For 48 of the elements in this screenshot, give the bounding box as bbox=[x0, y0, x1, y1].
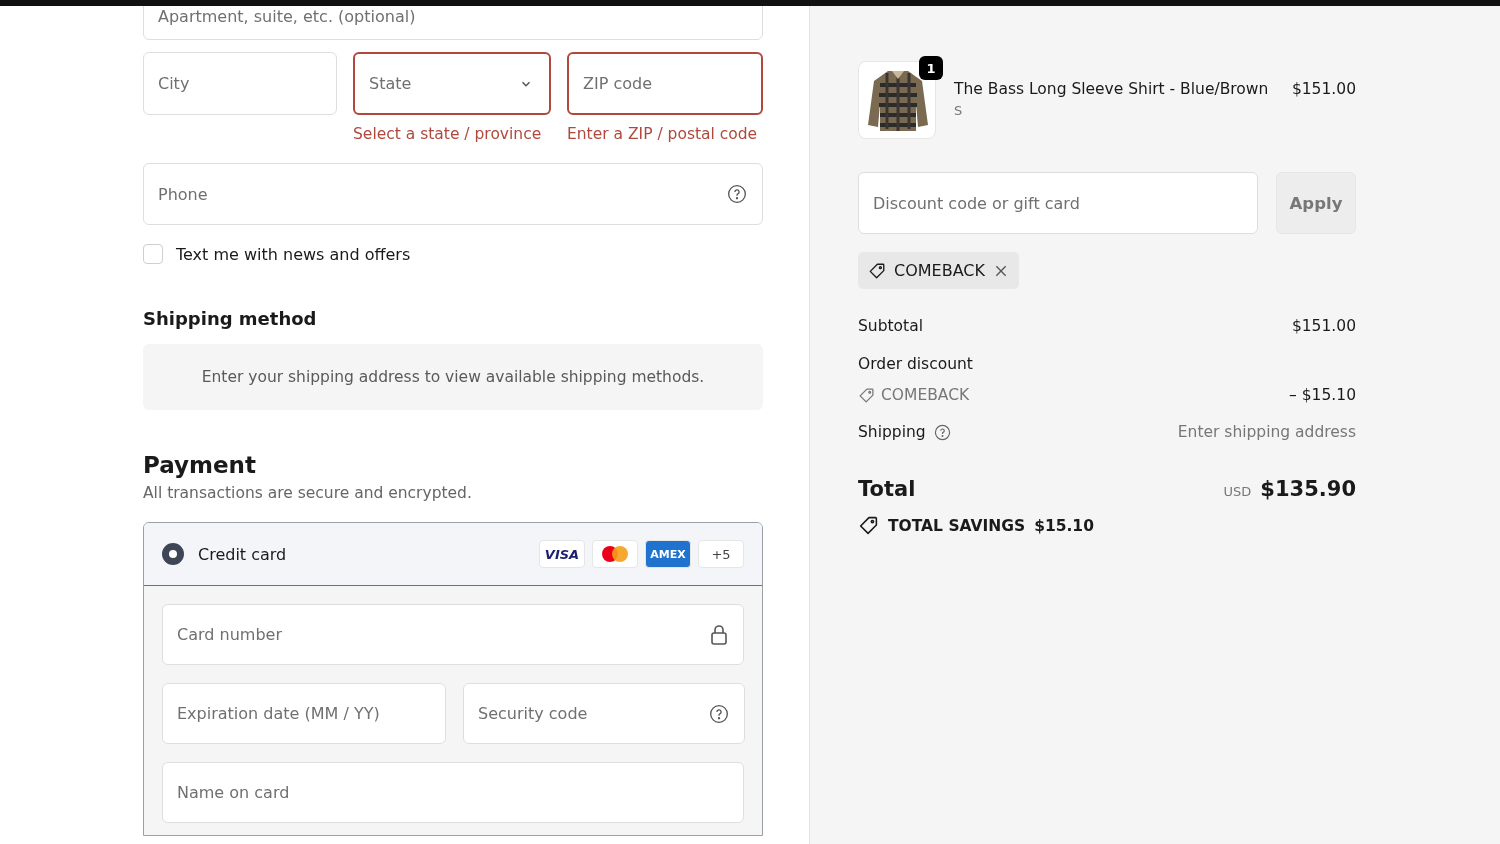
payment-method-label: Credit card bbox=[198, 544, 287, 564]
help-icon[interactable] bbox=[727, 184, 747, 204]
expiration-field[interactable]: Expiration date (MM / YY) bbox=[162, 683, 446, 744]
visa-logo: VISA bbox=[539, 540, 585, 568]
zip-field[interactable]: ZIP code bbox=[567, 52, 763, 115]
tag-icon bbox=[858, 386, 875, 404]
card-number-field[interactable]: Card number bbox=[162, 604, 744, 665]
phone-field[interactable]: Phone bbox=[143, 163, 763, 225]
payment-subtitle: All transactions are secure and encrypted. bbox=[143, 484, 473, 502]
zip-error: Enter a ZIP / postal code bbox=[567, 125, 759, 143]
discount-value: – $15.10 bbox=[1289, 386, 1356, 404]
checkbox[interactable] bbox=[143, 244, 163, 264]
quantity-badge: 1 bbox=[919, 56, 943, 80]
name-on-card-field[interactable]: Name on card bbox=[162, 762, 744, 823]
tag-icon bbox=[868, 261, 886, 280]
product-name: The Bass Long Sleeve Shirt - Blue/Brown bbox=[954, 80, 1269, 98]
shipping-label: Shipping bbox=[858, 423, 926, 441]
state-select[interactable]: State bbox=[353, 52, 551, 115]
security-code-field[interactable]: Security code bbox=[463, 683, 745, 744]
lock-icon bbox=[710, 624, 728, 645]
subtotal-label: Subtotal bbox=[858, 317, 923, 335]
state-error: Select a state / province bbox=[353, 125, 543, 143]
shipping-value: Enter shipping address bbox=[1177, 423, 1356, 441]
checkbox-label: Text me with news and offers bbox=[176, 244, 411, 264]
discount-code: COMEBACK bbox=[894, 261, 985, 280]
apply-button[interactable]: Apply bbox=[1276, 172, 1356, 234]
help-icon[interactable] bbox=[709, 703, 729, 724]
apartment-field[interactable]: Apartment, suite, etc. (optional) bbox=[143, 6, 763, 40]
subtotal-value: $151.00 bbox=[1291, 317, 1356, 335]
product-price: $151.00 bbox=[1291, 80, 1356, 98]
currency-code: USD bbox=[1223, 484, 1252, 499]
discount-label: Order discount bbox=[858, 355, 973, 373]
discount-field[interactable]: Discount code or gift card bbox=[858, 172, 1258, 234]
total-label: Total bbox=[858, 477, 916, 501]
savings-value: $15.10 bbox=[1034, 516, 1094, 535]
total-value: $135.90 bbox=[1260, 477, 1356, 501]
more-brands-badge: +5 bbox=[698, 540, 744, 568]
shipping-notice: Enter your shipping address to view available shipping methods. bbox=[143, 344, 763, 410]
savings-label: TOTAL SAVINGS bbox=[888, 516, 1026, 535]
payment-heading: Payment bbox=[143, 452, 257, 478]
section-heading: Shipping method bbox=[143, 308, 318, 329]
product-variant: S bbox=[954, 103, 964, 118]
city-field[interactable]: City bbox=[143, 52, 337, 115]
help-icon[interactable] bbox=[933, 423, 951, 441]
amex-logo: AMEX bbox=[645, 540, 691, 568]
radio-button[interactable] bbox=[162, 543, 184, 565]
discount-code: COMEBACK bbox=[881, 386, 970, 404]
mastercard-logo bbox=[592, 540, 638, 568]
